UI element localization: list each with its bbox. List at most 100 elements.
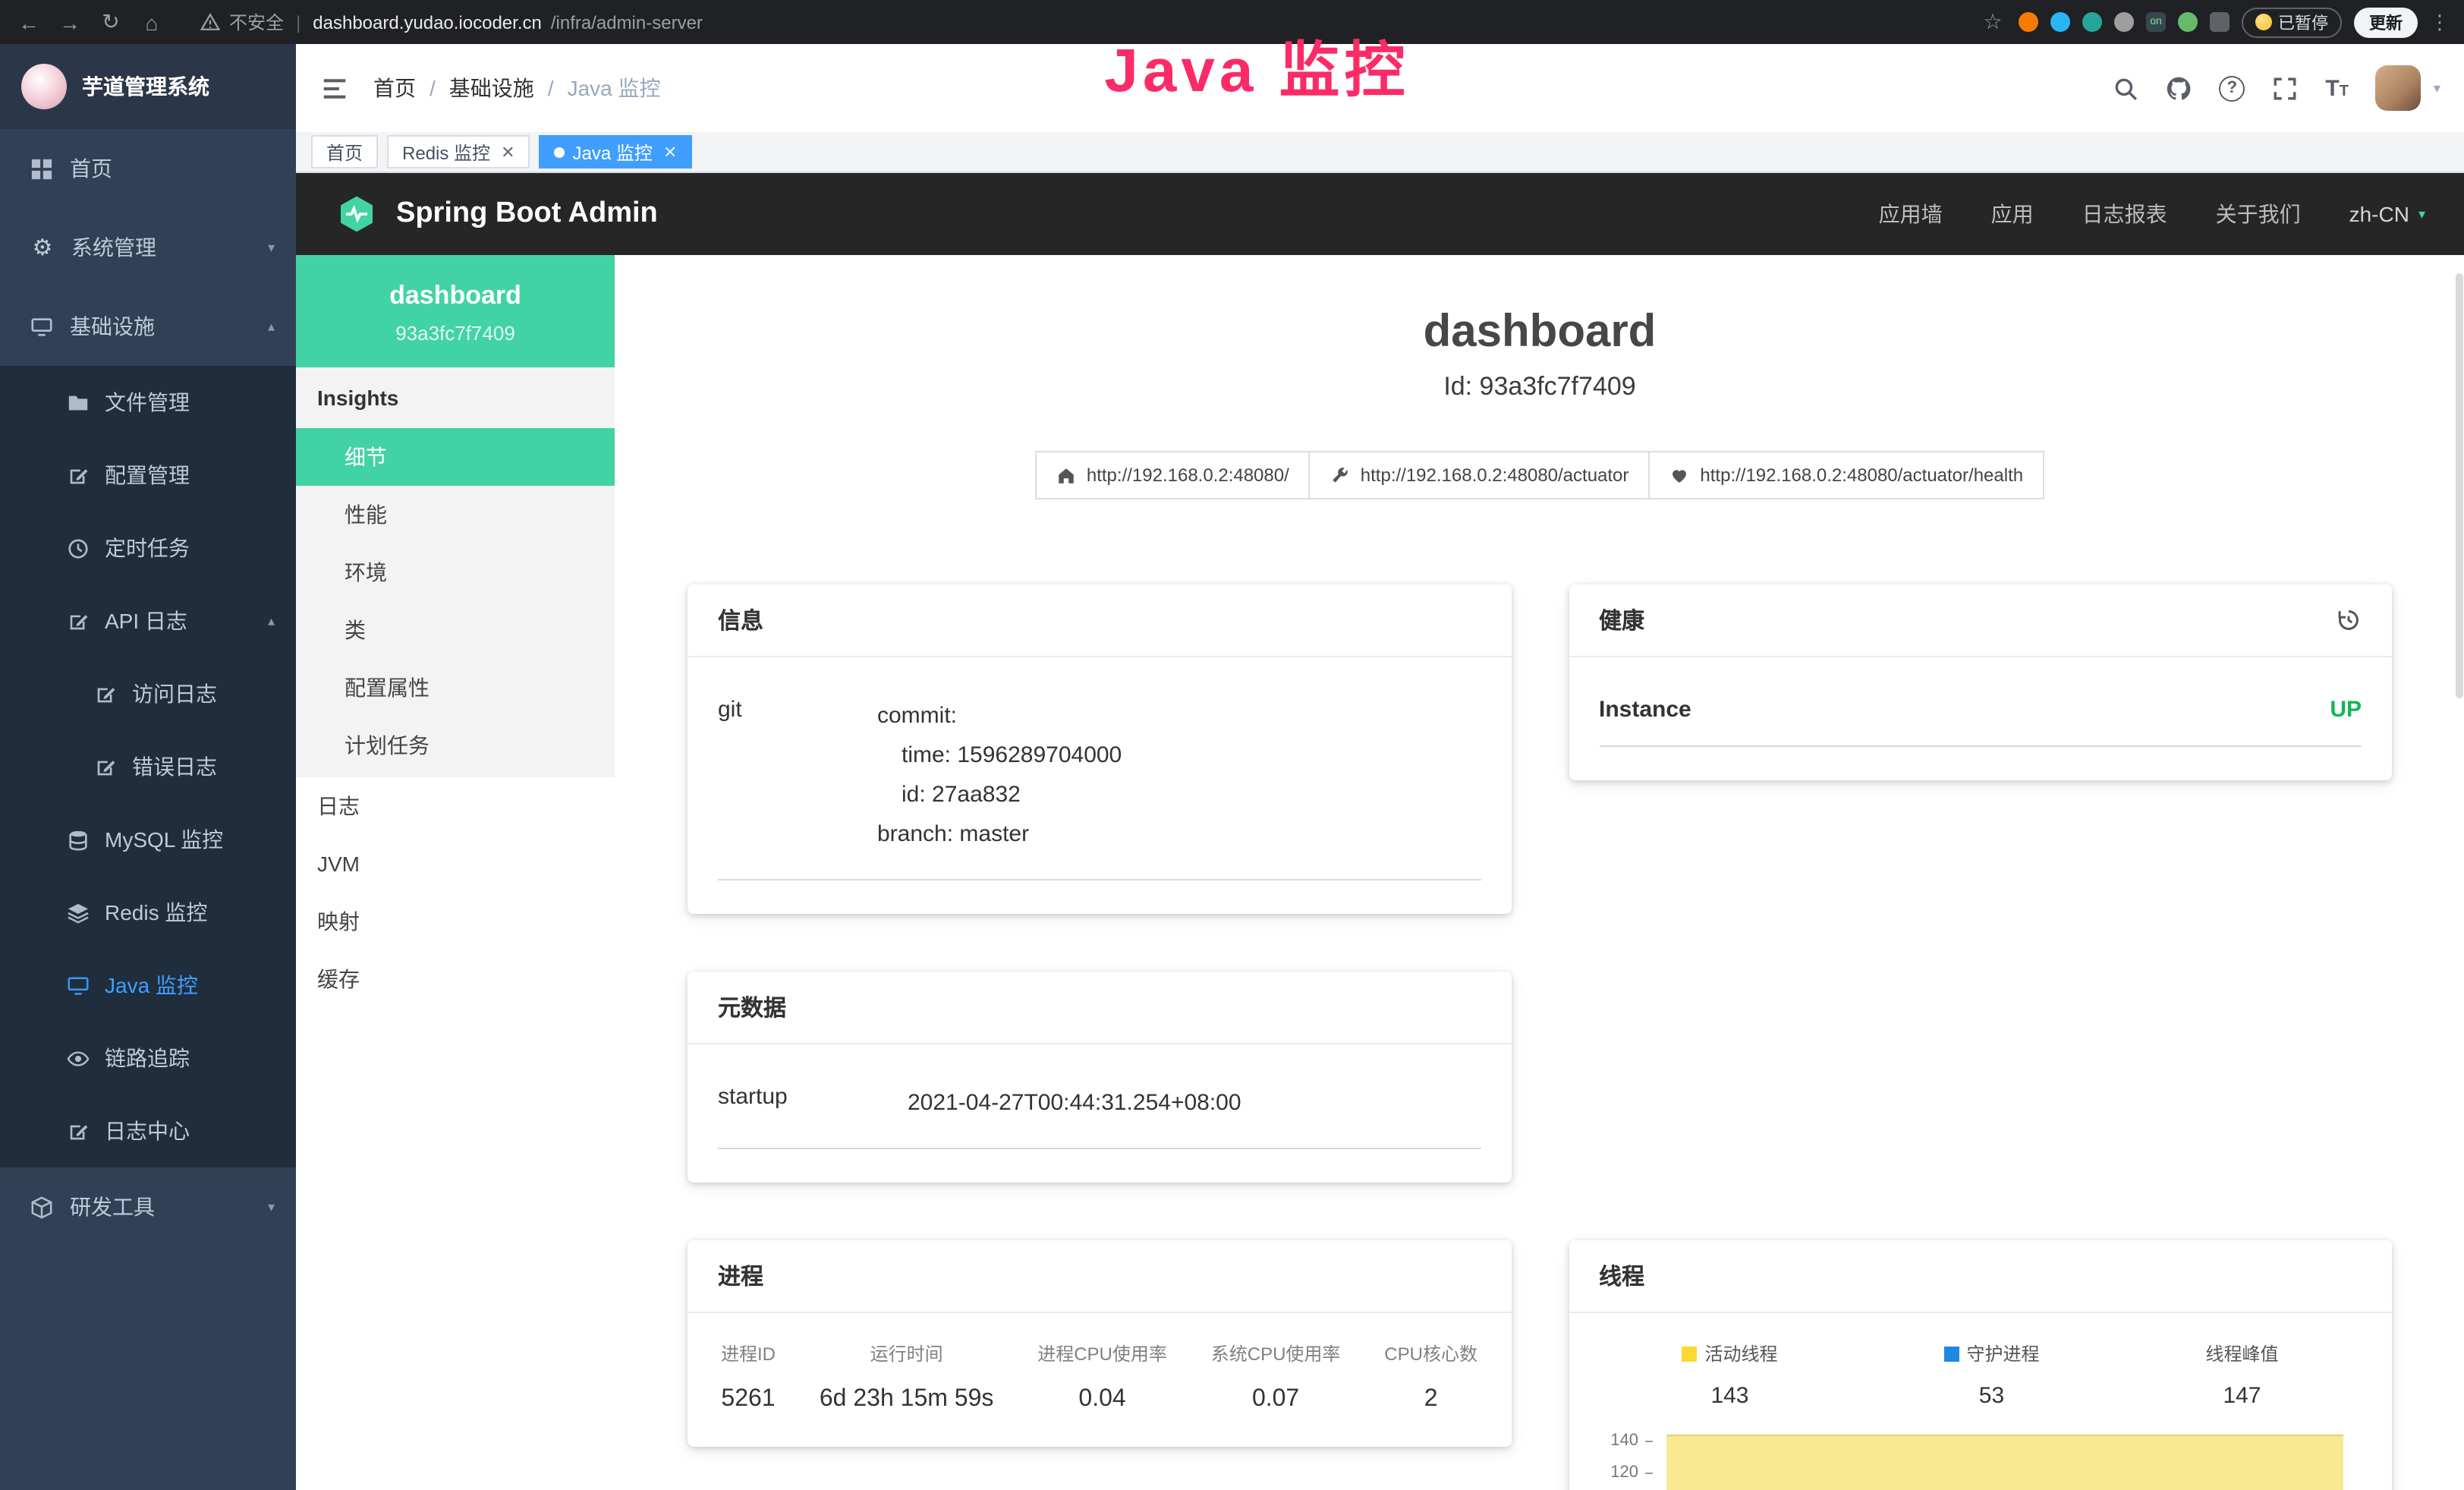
service-url-button[interactable]: http://192.168.0.2:48080/: [1035, 451, 1311, 499]
sba-item-logs[interactable]: 日志: [296, 777, 615, 835]
breadcrumb-home[interactable]: 首页: [373, 73, 416, 103]
extensions-grid-icon[interactable]: [2114, 12, 2134, 32]
sba-item-details[interactable]: 细节: [296, 428, 615, 486]
wrench-icon: [1330, 465, 1350, 485]
sba-item-config-props[interactable]: 配置属性: [296, 659, 615, 717]
scrollbar-thumb[interactable]: [2456, 273, 2463, 698]
topbar-actions: ? TT ▾: [2113, 65, 2440, 111]
back-icon[interactable]: ←: [15, 10, 42, 34]
sba-item-mappings[interactable]: 映射: [296, 893, 615, 950]
history-icon[interactable]: [2336, 607, 2362, 633]
close-icon[interactable]: ✕: [663, 142, 677, 162]
health-card: 健康 Instance UP: [1569, 584, 2392, 780]
sba-item-environment[interactable]: 环境: [296, 543, 615, 601]
breadcrumb-infra[interactable]: 基础设施: [449, 73, 534, 103]
page-title: dashboard: [615, 307, 2464, 358]
health-url-button[interactable]: http://192.168.0.2:48080/actuator/health: [1648, 451, 2044, 499]
annotation-overlay-text: Java 监控: [1104, 21, 1409, 109]
chevron-down-icon: ▾: [268, 239, 275, 256]
instance-name: dashboard: [311, 281, 599, 311]
chevron-up-icon: ▴: [268, 613, 275, 629]
layers-icon: [67, 901, 90, 924]
tab-home[interactable]: 首页: [311, 135, 378, 169]
sba-brand[interactable]: Spring Boot Admin: [396, 197, 658, 231]
home-icon[interactable]: ⌂: [138, 10, 165, 34]
sba-nav-wallboard[interactable]: 应用墙: [1879, 199, 1943, 229]
extension-icon[interactable]: [2019, 12, 2038, 32]
sba-nav-applications[interactable]: 应用: [1991, 199, 2034, 229]
user-avatar[interactable]: [2376, 65, 2422, 111]
sba-item-caches[interactable]: 缓存: [296, 950, 615, 1008]
process-metric: 进程ID 5261: [721, 1340, 776, 1413]
card-title: 进程: [718, 1260, 763, 1292]
sba-logo-icon[interactable]: [335, 193, 378, 235]
sidebar-item-mysql-monitor[interactable]: MySQL 监控: [0, 803, 296, 876]
font-size-icon[interactable]: TT: [2325, 75, 2349, 101]
process-metric: CPU核心数 2: [1384, 1340, 1477, 1413]
url-host: dashboard.yudao.iocoder.cn: [313, 11, 542, 33]
search-icon[interactable]: [2113, 75, 2138, 101]
sidebar-item-config-manage[interactable]: 配置管理: [0, 439, 296, 512]
sidebar-item-access-log[interactable]: 访问日志: [0, 657, 296, 730]
extension-icon[interactable]: [2082, 12, 2102, 32]
sba-item-scheduled-tasks[interactable]: 计划任务: [296, 717, 615, 774]
sba-nav-journal[interactable]: 日志报表: [2082, 199, 2167, 229]
github-icon[interactable]: [2166, 75, 2192, 101]
health-instance-row: Instance UP: [1599, 697, 2362, 747]
sidebar-item-system[interactable]: ⚙ 系统管理 ▾: [0, 208, 296, 287]
eye-icon: [67, 1047, 90, 1069]
help-icon[interactable]: ?: [2219, 75, 2245, 101]
insights-label: Insights: [296, 367, 615, 428]
chevron-down-icon: ▾: [2418, 206, 2425, 222]
sba-nav-about[interactable]: 关于我们: [2216, 199, 2301, 229]
sidebar-item-infra[interactable]: 基础设施 ▴: [0, 287, 296, 366]
instance-links: http://192.168.0.2:48080/ http://192.168…: [615, 451, 2464, 499]
forward-icon[interactable]: →: [56, 10, 83, 34]
sba-header: Spring Boot Admin 应用墙 应用 日志报表 关于我们 zh-CN…: [296, 173, 2464, 255]
sidebar-item-scheduled-jobs[interactable]: 定时任务: [0, 512, 296, 584]
process-metrics-row: 进程ID 5261 运行时间 6d 23h 15m 59s 进程CPU使用率: [688, 1313, 1511, 1447]
fullscreen-icon[interactable]: [2272, 75, 2298, 101]
extension-icon[interactable]: [2178, 12, 2198, 32]
reload-icon[interactable]: ↻: [97, 9, 124, 35]
app-logo[interactable]: 芋道管理系统: [0, 44, 296, 129]
sba-item-classes[interactable]: 类: [296, 601, 615, 659]
tab-redis-monitor[interactable]: Redis 监控 ✕: [387, 135, 530, 169]
sidebar-item-dev-tools[interactable]: 研发工具 ▾: [0, 1167, 296, 1246]
tab-java-monitor[interactable]: Java 监控 ✕: [540, 135, 693, 169]
process-metric: 进程CPU使用率 0.04: [1037, 1340, 1167, 1413]
cards-grid: 信息 git commit: time: 1596289704000 id: 2: [688, 584, 2392, 1490]
chrome-menu-icon[interactable]: ⋮: [2430, 10, 2450, 34]
profile-paused-chip[interactable]: 已暂停: [2242, 7, 2342, 37]
locale-select[interactable]: zh-CN ▾: [2349, 202, 2425, 226]
tags-bar: 首页 Redis 监控 ✕ Java 监控 ✕: [296, 132, 2464, 173]
chrome-update-button[interactable]: 更新: [2354, 7, 2418, 37]
legend-swatch-blue: [1943, 1346, 1959, 1361]
address-divider: |: [293, 11, 304, 33]
sidebar-item-trace[interactable]: 链路追踪: [0, 1022, 296, 1095]
sidebar-item-api-log[interactable]: API 日志 ▴: [0, 584, 296, 657]
app-shell: 芋道管理系统 首页 ⚙ 系统管理 ▾ 基础设施 ▴ 文件管理: [0, 44, 2464, 1490]
instance-header[interactable]: dashboard 93a3fc7f7409: [296, 255, 615, 367]
sidebar-item-home[interactable]: 首页: [0, 129, 296, 208]
hamburger-icon[interactable]: [320, 74, 349, 102]
extension-on-icon[interactable]: on: [2146, 12, 2166, 32]
address-bar[interactable]: 不安全 | dashboard.yudao.iocoder.cn/infra/a…: [200, 9, 1965, 35]
threads-legend: 活动线程 143 守护进程 53 线程峰值: [1599, 1340, 2362, 1409]
avatar-caret-icon[interactable]: ▾: [2434, 80, 2440, 96]
close-icon[interactable]: ✕: [501, 142, 515, 162]
bookmark-star-icon[interactable]: ☆: [1979, 9, 2006, 35]
process-metric: 运行时间 6d 23h 15m 59s: [820, 1340, 994, 1413]
sidebar-item-java-monitor[interactable]: Java 监控: [0, 949, 296, 1022]
sidebar-item-log-center[interactable]: 日志中心: [0, 1095, 296, 1167]
legend-item-peak: 线程峰值 147: [2205, 1340, 2278, 1409]
sba-item-jvm[interactable]: JVM: [296, 835, 615, 893]
actuator-url-button[interactable]: http://192.168.0.2:48080/actuator: [1309, 451, 1651, 499]
extension-icon[interactable]: [2210, 12, 2230, 32]
sba-item-metrics[interactable]: 性能: [296, 486, 615, 543]
sidebar-item-redis-monitor[interactable]: Redis 监控: [0, 876, 296, 949]
sidebar-item-file-manage[interactable]: 文件管理: [0, 366, 296, 439]
home-icon: [1056, 465, 1076, 485]
sidebar-item-error-log[interactable]: 错误日志: [0, 730, 296, 803]
extension-icon[interactable]: [2050, 12, 2070, 32]
